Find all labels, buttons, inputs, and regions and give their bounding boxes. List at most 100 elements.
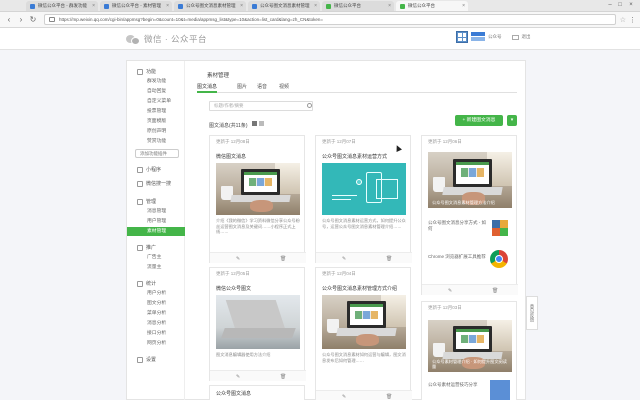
sub-article-title[interactable]: Chrome 浏览器扩展工具推荐 <box>428 254 488 260</box>
sidebar: 功能 群发功能 自动回复 自定义菜单 投票管理 页面模版 原创声明 赞赏功能 添… <box>127 61 185 400</box>
delete-icon[interactable]: 🗑 <box>492 288 498 294</box>
sidebar-item[interactable]: 原创声明 <box>127 127 185 136</box>
article-card[interactable]: 更新于 12月05日 微信公众号图文 图文消息编辑器使用方法介绍 ✎ 🗑 <box>209 267 306 381</box>
article-card[interactable]: 更新于 12月07日 公众号图文消息素材运营方式 公众号图文消息素材运营方式，如… <box>315 135 412 263</box>
card-title[interactable]: 微信图文消息 <box>216 153 300 160</box>
edit-icon[interactable]: ✎ <box>236 256 240 262</box>
browser-tab[interactable]: 微信公众平台 - 素材管理 × <box>100 1 172 11</box>
account-avatar[interactable] <box>456 31 468 43</box>
close-tab-icon[interactable]: × <box>92 3 95 9</box>
close-tab-icon[interactable]: × <box>314 3 317 9</box>
browser-menu-icon[interactable]: ⋮ <box>629 16 636 24</box>
sidebar-group-settings[interactable]: 设置 <box>127 355 185 364</box>
sidebar-group-miniprogram[interactable]: 小程序 <box>127 165 185 174</box>
sidebar-item-messages[interactable]: 消息管理 <box>127 207 185 216</box>
article-card[interactable]: 更新于 12月04日 公众号图文消息素材管理方式介绍 公众号图文消息素材如何运营… <box>315 267 412 400</box>
sidebar-group-stats: 统计 <box>127 279 185 288</box>
sidebar-item[interactable]: 消息分析 <box>127 319 185 328</box>
tab-voice[interactable]: 语音 <box>257 82 267 93</box>
card-cover-image <box>322 163 406 215</box>
close-tab-icon[interactable]: × <box>166 3 169 9</box>
account-badge <box>471 37 485 41</box>
card-description: 公众号图文消息素材运营方式，如何提升公众号，运营公众号图文消息素材管理介绍…… <box>322 218 406 229</box>
sub-article-title[interactable]: 公众号图文消息分享方式 - 如何 <box>428 220 488 231</box>
sidebar-item[interactable]: 自动回复 <box>127 87 185 96</box>
sidebar-item[interactable]: 菜单分析 <box>127 309 185 318</box>
grid-view-icon[interactable] <box>252 121 257 126</box>
article-card[interactable]: 公众号图文消息 <box>209 385 305 400</box>
sidebar-item[interactable]: 网页分析 <box>127 339 185 348</box>
new-article-button[interactable]: + 新建图文消息 <box>455 115 503 126</box>
favicon-icon <box>178 3 183 9</box>
view-toggle[interactable] <box>252 121 264 126</box>
close-window-icon[interactable]: × <box>627 2 635 8</box>
sidebar-item-users[interactable]: 用户管理 <box>127 217 185 226</box>
sidebar-item[interactable]: 自定义菜单 <box>127 97 185 106</box>
close-tab-icon[interactable]: × <box>388 3 391 9</box>
close-tab-icon[interactable]: × <box>462 3 465 9</box>
settings-icon <box>137 356 143 363</box>
logout-link[interactable]: 退出 <box>522 34 531 40</box>
edit-icon[interactable]: ✎ <box>342 256 346 262</box>
browser-tab[interactable]: 公众号图文消息素材管理 × <box>248 1 320 11</box>
delete-icon[interactable]: 🗑 <box>386 394 392 400</box>
sidebar-item[interactable]: 页面模版 <box>127 117 185 126</box>
edit-icon[interactable]: ✎ <box>236 374 240 380</box>
sidebar-item-materials[interactable]: 素材管理 <box>127 227 185 236</box>
card-title[interactable]: 微信公众号图文 <box>216 285 300 292</box>
forward-icon[interactable]: › <box>16 15 26 25</box>
card-cover-image <box>216 163 300 215</box>
back-icon[interactable]: ‹ <box>4 15 14 25</box>
delete-icon[interactable]: 🗑 <box>386 256 392 262</box>
sidebar-item[interactable]: 赞赏功能 <box>127 137 185 146</box>
tab-images[interactable]: 图片 <box>237 82 247 93</box>
reload-icon[interactable]: ↻ <box>28 15 38 25</box>
sidebar-item[interactable]: 投票管理 <box>127 107 185 116</box>
browser-tab[interactable]: 微信公众平台 × <box>322 1 394 11</box>
delete-icon[interactable]: 🗑 <box>280 256 286 262</box>
minimize-icon[interactable]: – <box>606 2 614 8</box>
account-name[interactable]: 公众号 <box>488 34 502 40</box>
card-actions: ✎ 🗑 <box>316 390 412 400</box>
address-bar[interactable]: https://mp.weixin.qq.com/cgi-bin/appmsg?… <box>44 14 616 25</box>
message-icon[interactable] <box>511 34 519 40</box>
account-area: 公众号 退出 <box>456 31 531 43</box>
tab-articles[interactable]: 图文消息 <box>197 82 218 93</box>
article-card[interactable]: 更新于 12月08日 微信图文消息 介绍《我的微信》学习资料微信分享公众号粉丝运… <box>209 135 306 263</box>
sidebar-item[interactable]: 图文分析 <box>127 299 185 308</box>
new-article-dropdown[interactable]: ▾ <box>507 115 517 126</box>
sidebar-group-search[interactable]: 微信搜一搜 <box>127 179 185 188</box>
delete-icon[interactable]: 🗑 <box>280 374 286 380</box>
card-title[interactable]: 公众号图文消息素材管理方式介绍 <box>322 285 406 292</box>
tab-video[interactable]: 视频 <box>279 82 289 93</box>
article-card[interactable]: 更新于 12月06日 公众号图文消息素材管理方法介绍 公众号图文消息分享方式 -… <box>421 135 518 295</box>
sidebar-item-advertiser[interactable]: 广告主 <box>127 253 185 262</box>
bookmark-star-icon[interactable]: ☆ <box>620 16 626 24</box>
card-cover-image <box>216 295 300 349</box>
sub-article-thumb <box>490 218 510 240</box>
card-title[interactable]: 公众号图文消息 <box>216 390 300 397</box>
card-actions: ✎ 🗑 <box>316 252 412 263</box>
logo[interactable]: 微信 · 公众平台 <box>126 33 207 45</box>
edit-icon[interactable]: ✎ <box>342 394 346 400</box>
search-input[interactable]: 标题/作者/摘要 <box>209 101 313 111</box>
maximize-icon[interactable]: □ <box>616 2 624 8</box>
sidebar-item-publisher[interactable]: 流量主 <box>127 263 185 272</box>
sub-article-title[interactable]: 公众号素材运营技巧分享 <box>428 382 488 388</box>
browser-tab[interactable]: 公众号图文消息素材管理 × <box>174 1 246 11</box>
search-icon[interactable] <box>307 103 312 108</box>
close-tab-icon[interactable]: × <box>240 3 243 9</box>
edit-icon[interactable]: ✎ <box>448 288 452 294</box>
browser-tab-active[interactable]: 微信公众平台 × <box>396 1 468 11</box>
sidebar-item[interactable]: 接口分析 <box>127 329 185 338</box>
list-view-icon[interactable] <box>259 121 264 126</box>
promote-icon <box>137 244 143 251</box>
sidebar-item[interactable]: 群发功能 <box>127 77 185 86</box>
feedback-tab[interactable]: 意见反馈 <box>526 296 538 330</box>
sidebar-group-features: 功能 <box>127 67 185 76</box>
card-title[interactable]: 公众号图文消息素材运营方式 <box>322 153 406 160</box>
browser-tab[interactable]: 微信公众平台 - 群发功能 × <box>26 1 98 11</box>
sidebar-item[interactable]: 用户分析 <box>127 289 185 298</box>
add-plugin-button[interactable]: 添加功能插件 <box>135 149 179 158</box>
article-card[interactable]: 更新于 12月03日 公众号素材管理介绍 · 如何提升图文阅读量 公众号素材运营… <box>421 301 517 400</box>
